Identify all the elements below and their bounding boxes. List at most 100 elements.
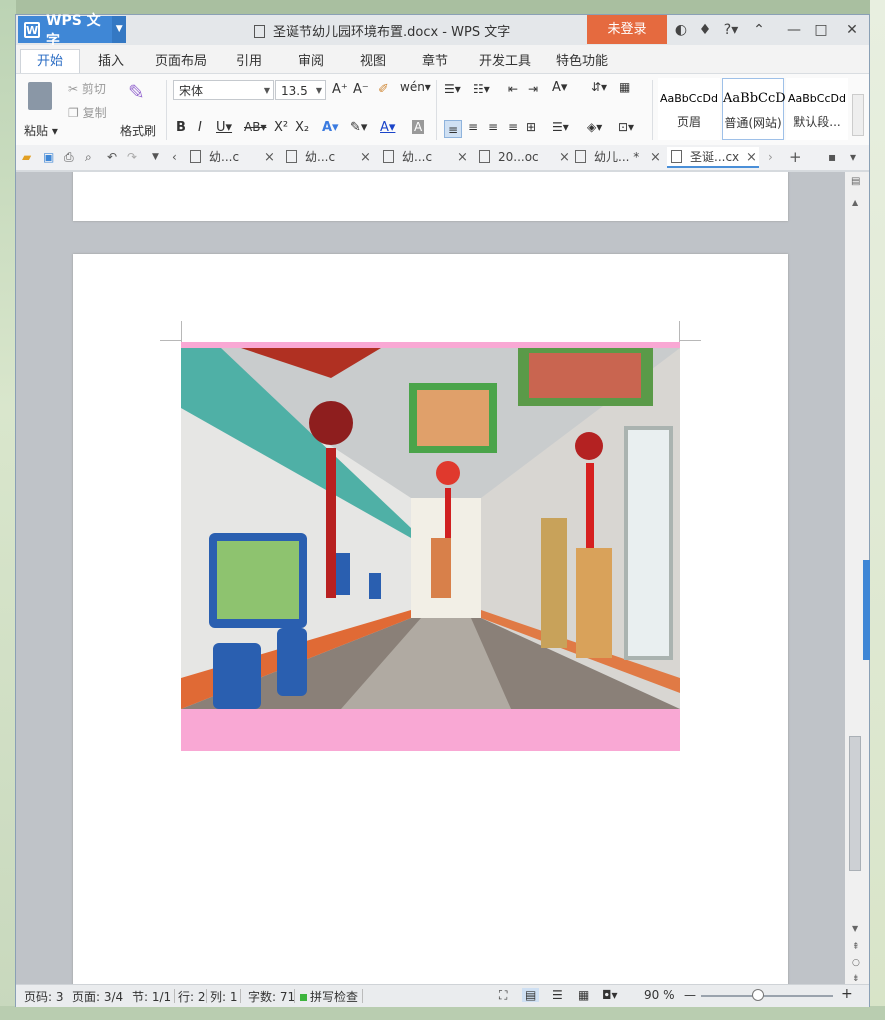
font-color-icon[interactable]: A▾	[380, 120, 395, 135]
document-canvas[interactable]	[16, 172, 845, 984]
borders-icon[interactable]: ⊡▾	[618, 120, 634, 134]
spell-check-button[interactable]: 拼写检查	[300, 988, 358, 1005]
phonetic-guide-icon[interactable]: wén▾	[400, 80, 431, 94]
paste-icon[interactable]	[28, 82, 52, 110]
font-size-select[interactable]: 13.5 ▼	[275, 80, 326, 100]
tab-special-features[interactable]: 特色功能	[556, 50, 608, 69]
scroll-up-icon[interactable]: ▲	[852, 198, 858, 207]
text-effect-icon[interactable]: A▾	[322, 120, 339, 135]
text-direction-icon[interactable]: A▾	[552, 80, 567, 95]
format-painter-icon[interactable]: ✎	[128, 80, 145, 104]
new-tab-icon[interactable]: +	[789, 148, 802, 166]
underline-icon[interactable]: U▾	[216, 120, 232, 135]
login-button[interactable]: 未登录	[587, 15, 667, 44]
distributed-icon[interactable]: ⊞	[526, 120, 536, 134]
doc-tab[interactable]: 幼...c ×	[383, 147, 473, 168]
close-icon[interactable]: ×	[559, 147, 570, 168]
scrollbar-thumb[interactable]	[849, 736, 861, 871]
style-normal-web[interactable]: AaBbCcD 普通(网站)	[722, 78, 786, 140]
page-view-icon[interactable]: ▤	[522, 988, 540, 1002]
window-list-icon[interactable]: ▪	[828, 150, 836, 164]
scroll-down-icon[interactable]: ▼	[852, 924, 858, 933]
bullet-list-icon[interactable]: ☰▾	[444, 82, 461, 96]
strikethrough-icon[interactable]: AB▾	[244, 120, 266, 134]
close-icon[interactable]: ×	[264, 147, 275, 168]
tab-chapter[interactable]: 章节	[422, 50, 448, 69]
close-icon[interactable]: ×	[650, 147, 661, 168]
char-shading-icon[interactable]: A	[412, 120, 425, 134]
grow-font-icon[interactable]: A⁺	[332, 82, 348, 97]
superscript-icon[interactable]: X²	[274, 120, 288, 135]
clear-format-icon[interactable]: ✐	[378, 82, 389, 97]
highlight-icon[interactable]: ✎▾	[350, 120, 367, 135]
collapse-ribbon-icon[interactable]: ⌃	[749, 20, 769, 40]
tab-developer[interactable]: 开发工具	[479, 50, 531, 69]
format-painter-button[interactable]: 格式刷	[120, 122, 156, 139]
chevron-left-icon[interactable]: ‹	[172, 150, 177, 164]
open-icon[interactable]: ▰	[22, 150, 31, 164]
save-icon[interactable]: ▣	[43, 150, 54, 164]
justify-icon[interactable]: ≡	[508, 120, 518, 134]
close-icon[interactable]: ×	[457, 147, 468, 168]
photo-frame[interactable]	[181, 342, 680, 751]
status-word-count[interactable]: 字数: 71	[248, 988, 295, 1005]
close-icon[interactable]: ×	[360, 147, 371, 168]
align-left-icon[interactable]: ≡	[444, 120, 462, 138]
tab-home[interactable]: 开始	[20, 49, 80, 73]
font-name-select[interactable]: 宋体 ▼	[173, 80, 274, 100]
minimize-icon[interactable]: —	[784, 20, 804, 40]
zoom-slider[interactable]	[701, 995, 833, 997]
prev-page-icon[interactable]: ⇞	[852, 942, 860, 952]
tab-references[interactable]: 引用	[236, 50, 262, 69]
zoom-slider-handle[interactable]	[752, 989, 764, 1001]
browse-object-icon[interactable]: ○	[852, 958, 860, 968]
next-page-icon[interactable]: ⇟	[852, 974, 860, 984]
cut-button[interactable]: ✂ 剪切	[68, 80, 106, 97]
customize-icon[interactable]: ▼	[152, 152, 159, 162]
copy-button[interactable]: ❐ 复制	[68, 104, 107, 121]
style-header[interactable]: AaBbCcDd 页眉	[658, 78, 720, 140]
chevron-down-icon[interactable]: ▼	[112, 16, 126, 43]
decrease-indent-icon[interactable]: ⇤	[508, 82, 518, 96]
bold-icon[interactable]: B	[176, 120, 186, 135]
tab-review[interactable]: 审阅	[298, 50, 324, 69]
increase-indent-icon[interactable]: ⇥	[528, 82, 538, 96]
close-icon[interactable]: ×	[746, 147, 757, 168]
zoom-in-icon[interactable]: +	[841, 986, 853, 1002]
line-spacing-icon[interactable]: ☰▾	[552, 120, 569, 134]
full-screen-icon[interactable]: ⛶	[499, 988, 507, 1003]
align-center-icon[interactable]: ≡	[468, 120, 478, 134]
zoom-level[interactable]: 90 %	[644, 988, 675, 1002]
ruler-toggle-icon[interactable]: ▤	[851, 176, 860, 187]
help-icon[interactable]: ?▾	[719, 20, 743, 40]
reading-mode-icon[interactable]: ◘▾	[602, 988, 618, 1002]
app-menu-button[interactable]: W WPS 文字 ▼	[18, 13, 126, 49]
doc-tab-active[interactable]: 圣诞...cx ×	[667, 147, 759, 168]
doc-tab[interactable]: 20...oc ×	[479, 147, 570, 168]
print-preview-icon[interactable]: ⌕	[85, 150, 92, 165]
chevron-right-icon[interactable]: ›	[768, 150, 773, 164]
table-icon[interactable]: ▦	[619, 80, 630, 94]
styles-scroll[interactable]	[852, 94, 864, 136]
align-right-icon[interactable]: ≡	[488, 120, 498, 134]
sort-icon[interactable]: ⇵▾	[591, 80, 607, 94]
web-view-icon[interactable]: ▦	[578, 988, 589, 1002]
outline-view-icon[interactable]: ☰	[552, 988, 563, 1002]
tab-insert[interactable]: 插入	[98, 50, 124, 69]
style-default-paragraph[interactable]: AaBbCcDd 默认段...	[786, 78, 848, 140]
doc-tab[interactable]: 幼儿... * ×	[575, 147, 665, 168]
undo-icon[interactable]: ↶	[107, 150, 117, 164]
numbered-list-icon[interactable]: ☷▾	[473, 82, 490, 96]
shading-icon[interactable]: ◈▾	[587, 120, 602, 134]
paste-button[interactable]: 粘贴 ▾	[24, 122, 58, 139]
italic-icon[interactable]: I	[198, 120, 202, 135]
maximize-icon[interactable]: □	[811, 20, 831, 40]
side-panel-toggle[interactable]	[863, 560, 870, 660]
doc-tab[interactable]: 幼...c ×	[286, 147, 376, 168]
zoom-out-icon[interactable]: —	[684, 988, 696, 1002]
doc-tab[interactable]: 幼...c ×	[190, 147, 280, 168]
shrink-font-icon[interactable]: A⁻	[353, 82, 369, 97]
skin-icon[interactable]: ◐	[671, 20, 691, 40]
tab-page-layout[interactable]: 页面布局	[155, 50, 207, 69]
tab-view[interactable]: 视图	[360, 50, 386, 69]
